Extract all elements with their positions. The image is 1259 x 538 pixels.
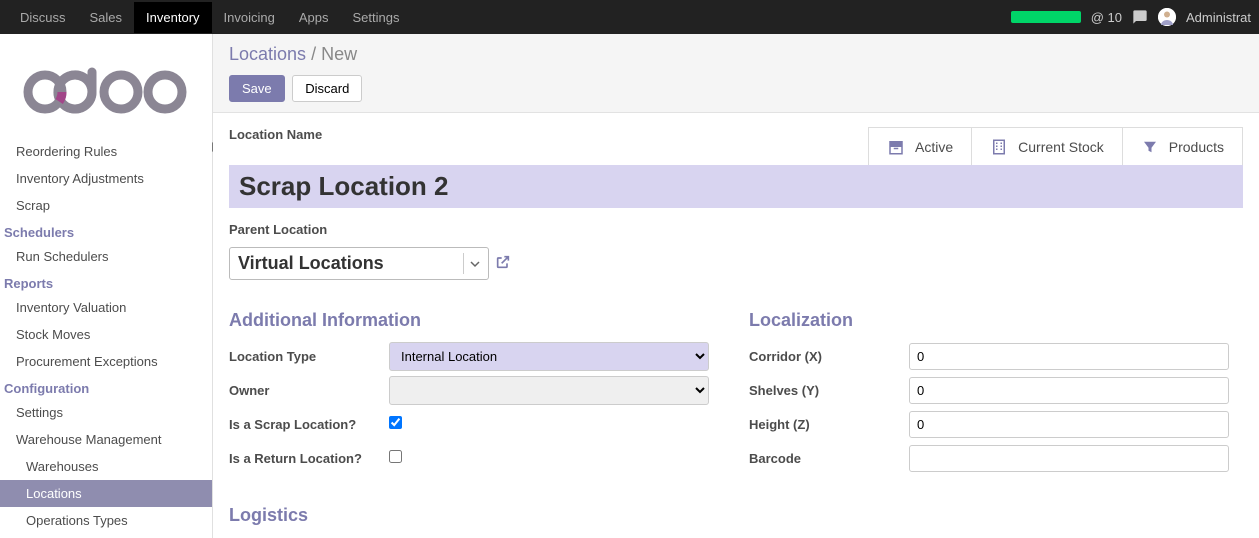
- sidebar-item-reordering[interactable]: Reordering Rules: [0, 138, 212, 165]
- localization-title: Localization: [749, 310, 1229, 331]
- stat-stock-label: Current Stock: [1018, 139, 1104, 155]
- archive-icon: [887, 138, 905, 156]
- corridor-input[interactable]: [909, 343, 1229, 370]
- stat-products-label: Products: [1169, 139, 1224, 155]
- sidebar-item-inv-adj[interactable]: Inventory Adjustments: [0, 165, 212, 192]
- location-name-label: Location Name: [229, 127, 322, 142]
- parent-location-label: Parent Location: [229, 222, 1243, 237]
- nav-menu: Discuss Sales Inventory Invoicing Apps S…: [8, 2, 411, 33]
- location-name-input[interactable]: [229, 165, 1243, 208]
- chevron-down-icon: [463, 253, 480, 274]
- sidebar-item-warehouses[interactable]: Warehouses: [0, 453, 212, 480]
- stat-products-button[interactable]: Products: [1122, 128, 1242, 166]
- sidebar-item-scrap[interactable]: Scrap: [0, 192, 212, 219]
- avatar[interactable]: [1158, 8, 1176, 26]
- sidebar-section-schedulers[interactable]: Schedulers: [0, 219, 212, 243]
- sidebar-item-proc-exceptions[interactable]: Procurement Exceptions: [0, 348, 212, 375]
- nav-invoicing[interactable]: Invoicing: [212, 2, 287, 33]
- sidebar-item-stock-moves[interactable]: Stock Moves: [0, 321, 212, 348]
- localization-section: Localization Corridor (X) Shelves (Y) He…: [749, 310, 1229, 477]
- barcode-input[interactable]: [909, 445, 1229, 472]
- sidebar-item-inv-valuation[interactable]: Inventory Valuation: [0, 294, 212, 321]
- top-nav: Discuss Sales Inventory Invoicing Apps S…: [0, 0, 1259, 34]
- additional-info-title: Additional Information: [229, 310, 709, 331]
- building-icon: [990, 138, 1008, 156]
- odoo-logo-icon: [21, 62, 191, 114]
- nav-apps[interactable]: Apps: [287, 2, 341, 33]
- height-input[interactable]: [909, 411, 1229, 438]
- parent-location-value: Virtual Locations: [238, 253, 384, 274]
- sidebar-section-reports[interactable]: Reports: [0, 270, 212, 294]
- logistics-title: Logistics: [229, 505, 1243, 526]
- stat-active-button[interactable]: Active: [869, 128, 971, 166]
- height-label: Height (Z): [749, 417, 909, 432]
- shelves-input[interactable]: [909, 377, 1229, 404]
- breadcrumb-sep: /: [311, 44, 321, 64]
- nav-discuss[interactable]: Discuss: [8, 2, 78, 33]
- control-panel: Locations / New Save Discard: [213, 34, 1259, 113]
- user-name[interactable]: Administrat: [1186, 10, 1251, 25]
- scrap-checkbox[interactable]: [389, 416, 402, 429]
- stat-active-label: Active: [915, 139, 953, 155]
- nav-settings[interactable]: Settings: [340, 2, 411, 33]
- sidebar-section-config[interactable]: Configuration: [0, 375, 212, 399]
- main-content: Locations / New Save Discard Location Na…: [213, 34, 1259, 538]
- additional-info-section: Additional Information Location Type Int…: [229, 310, 709, 477]
- sidebar-menu: Reordering Rules Inventory Adjustments S…: [0, 138, 212, 534]
- breadcrumb: Locations / New: [229, 44, 1243, 65]
- parent-location-select[interactable]: Virtual Locations: [229, 247, 489, 280]
- discard-button[interactable]: Discard: [292, 75, 362, 102]
- external-link-icon[interactable]: [495, 254, 511, 273]
- owner-label: Owner: [229, 383, 389, 398]
- owner-select[interactable]: [389, 376, 709, 405]
- sidebar-item-run-schedulers[interactable]: Run Schedulers: [0, 243, 212, 270]
- stat-buttons: Active Current Stock Products: [868, 127, 1243, 167]
- return-label: Is a Return Location?: [229, 451, 389, 466]
- corridor-label: Corridor (X): [749, 349, 909, 364]
- nav-inventory[interactable]: Inventory: [134, 2, 211, 33]
- shelves-label: Shelves (Y): [749, 383, 909, 398]
- sidebar-item-wm[interactable]: Warehouse Management: [0, 426, 212, 453]
- chat-icon[interactable]: [1132, 9, 1148, 25]
- breadcrumb-current: New: [321, 44, 357, 64]
- stat-stock-button[interactable]: Current Stock: [971, 128, 1122, 166]
- sidebar-item-op-types[interactable]: Operations Types: [0, 507, 212, 534]
- sidebar-item-settings[interactable]: Settings: [0, 399, 212, 426]
- progress-indicator[interactable]: [1011, 11, 1081, 23]
- return-checkbox[interactable]: [389, 450, 402, 463]
- sidebar-item-locations[interactable]: Locations: [0, 480, 212, 507]
- messages-count[interactable]: @ 10: [1091, 10, 1122, 25]
- scrap-label: Is a Scrap Location?: [229, 417, 389, 432]
- location-type-label: Location Type: [229, 349, 389, 364]
- breadcrumb-locations[interactable]: Locations: [229, 44, 306, 64]
- cp-buttons: Save Discard: [229, 75, 1243, 102]
- sidebar: Reordering Rules Inventory Adjustments S…: [0, 34, 213, 538]
- barcode-label: Barcode: [749, 451, 909, 466]
- filter-icon: [1141, 138, 1159, 156]
- logo: [0, 34, 212, 138]
- location-type-select[interactable]: Internal Location: [389, 342, 709, 371]
- save-button[interactable]: Save: [229, 75, 285, 102]
- nav-sales[interactable]: Sales: [78, 2, 135, 33]
- nav-right: @ 10 Administrat: [1011, 8, 1251, 26]
